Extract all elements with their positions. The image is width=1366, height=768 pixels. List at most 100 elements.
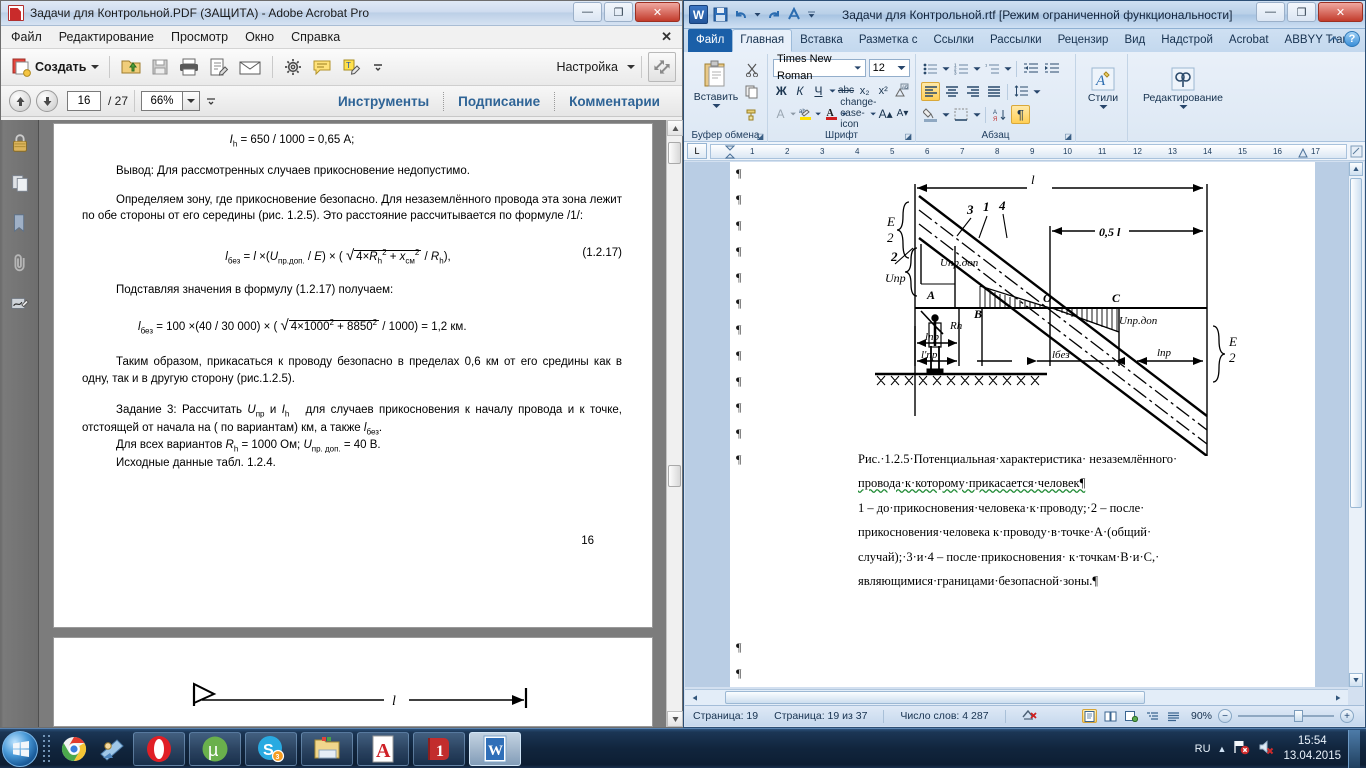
undo-chevron-down-icon[interactable] bbox=[753, 6, 761, 24]
word-scroll-thumb[interactable] bbox=[1350, 178, 1362, 508]
pdf-page-17[interactable]: l bbox=[53, 637, 653, 727]
acrobat-vertical-scrollbar[interactable] bbox=[666, 120, 683, 727]
zoom-slider-thumb[interactable] bbox=[1294, 710, 1303, 722]
view-ruler-toggle-icon[interactable] bbox=[1350, 145, 1363, 158]
tab-references[interactable]: Ссылки bbox=[925, 29, 982, 52]
menu-help[interactable]: Справка bbox=[291, 30, 340, 44]
tab-review[interactable]: Рецензир bbox=[1050, 29, 1117, 52]
zoom-level-input[interactable]: 66% bbox=[141, 91, 184, 111]
shading-icon[interactable] bbox=[921, 105, 940, 124]
taskbar-grip[interactable] bbox=[43, 734, 53, 764]
numbering-chevron-down-icon[interactable] bbox=[973, 66, 981, 72]
editing-chevron-down-icon[interactable] bbox=[1179, 104, 1188, 110]
paste-button[interactable]: Вставить bbox=[689, 59, 743, 123]
zoom-dropdown-button[interactable] bbox=[183, 91, 201, 111]
bullets-icon[interactable] bbox=[921, 59, 940, 78]
tab-acrobat[interactable]: Acrobat bbox=[1221, 29, 1277, 52]
tab-mailings[interactable]: Рассылки bbox=[982, 29, 1050, 52]
page-number-input[interactable]: 16 bbox=[67, 91, 101, 111]
open-file-button[interactable] bbox=[116, 52, 146, 82]
bookmark-icon[interactable] bbox=[9, 212, 31, 234]
outline-icon[interactable] bbox=[1145, 709, 1160, 723]
signature-icon[interactable] bbox=[9, 292, 31, 314]
status-page-of[interactable]: Страница: 19 из 37 bbox=[774, 710, 867, 722]
menu-window[interactable]: Окно bbox=[245, 30, 274, 44]
italic-button[interactable]: К bbox=[792, 81, 809, 100]
tab-comment[interactable]: Комментарии bbox=[555, 94, 674, 109]
word-scroll-up-button[interactable] bbox=[1349, 162, 1363, 176]
tab-page-layout[interactable]: Разметка с bbox=[851, 29, 926, 52]
attachment-icon[interactable] bbox=[9, 252, 31, 274]
highlight-chevron-down-icon[interactable] bbox=[815, 111, 822, 117]
clear-format-icon[interactable]: AБ bbox=[893, 81, 910, 100]
scroll-thumb-top[interactable] bbox=[668, 142, 681, 164]
underline-chevron-down-icon[interactable] bbox=[829, 88, 836, 94]
tab-sign[interactable]: Подписание bbox=[444, 94, 554, 109]
effects-chevron-down-icon[interactable] bbox=[790, 111, 796, 117]
acrobat-maximize-button[interactable]: ❐ bbox=[604, 2, 633, 22]
web-layout-icon[interactable] bbox=[1124, 709, 1139, 723]
word-vertical-scrollbar[interactable] bbox=[1348, 162, 1364, 687]
highlight-button[interactable]: T bbox=[337, 52, 367, 82]
sort-icon[interactable]: АЯ bbox=[990, 105, 1009, 124]
taskbar-clock[interactable]: 15:54 13.04.2015 bbox=[1283, 734, 1341, 763]
save-button[interactable] bbox=[146, 52, 174, 82]
word-page[interactable]: ¶ ¶ ¶ ¶ ¶ ¶ ¶ ¶ ¶ ¶ ¶ ¶ ¶ ¶ l 0,5 l E 2 … bbox=[730, 162, 1315, 687]
settings-chevron-down-icon[interactable] bbox=[627, 65, 635, 69]
tab-home[interactable]: Главная bbox=[732, 29, 793, 52]
abbyy-icon[interactable] bbox=[785, 6, 803, 24]
menu-file[interactable]: Файл bbox=[11, 30, 42, 44]
paragraph-dialog-launcher[interactable]: ◪ bbox=[1064, 132, 1072, 141]
font-dialog-launcher[interactable]: ◪ bbox=[904, 132, 912, 141]
taskbar-chrome-icon[interactable] bbox=[57, 732, 91, 766]
bold-button[interactable]: Ж bbox=[773, 81, 790, 100]
right-indent-marker-icon[interactable] bbox=[1298, 146, 1308, 158]
tab-insert[interactable]: Вставка bbox=[792, 29, 851, 52]
paste-chevron-down-icon[interactable] bbox=[712, 103, 721, 109]
taskbar-explorer-icon[interactable] bbox=[301, 731, 353, 766]
tab-view[interactable]: Вид bbox=[1116, 29, 1153, 52]
zoom-more-button[interactable] bbox=[200, 86, 222, 116]
taskbar-word-icon[interactable]: W bbox=[469, 731, 521, 766]
word-close-button[interactable]: ✕ bbox=[1318, 2, 1363, 22]
word-maximize-button[interactable]: ❐ bbox=[1287, 2, 1316, 22]
numbering-icon[interactable]: 123 bbox=[952, 59, 971, 78]
fullscreen-button[interactable] bbox=[648, 52, 676, 82]
close-document-icon[interactable]: ✕ bbox=[661, 29, 672, 45]
show-marks-icon[interactable]: ¶ bbox=[1011, 105, 1030, 124]
copy-icon[interactable] bbox=[743, 83, 761, 101]
help-icon[interactable]: ? bbox=[1344, 31, 1360, 47]
styles-chevron-down-icon[interactable] bbox=[1099, 104, 1108, 110]
zoom-out-button[interactable]: − bbox=[1218, 709, 1232, 723]
decrease-indent-icon[interactable] bbox=[1021, 59, 1040, 78]
format-painter-icon[interactable] bbox=[743, 105, 761, 123]
menu-edit[interactable]: Редактирование bbox=[59, 30, 154, 44]
tab-file[interactable]: Файл bbox=[688, 29, 733, 52]
pages-icon[interactable] bbox=[9, 172, 31, 194]
taskbar-windows-media-icon[interactable] bbox=[95, 732, 129, 766]
scroll-thumb[interactable] bbox=[668, 465, 681, 487]
clipboard-dialog-launcher[interactable]: ◪ bbox=[756, 132, 764, 141]
word-hscroll-thumb[interactable] bbox=[725, 691, 1145, 704]
font-color-icon[interactable]: A bbox=[824, 104, 839, 123]
next-page-button[interactable] bbox=[36, 90, 58, 112]
superscript-button[interactable]: x² bbox=[875, 81, 892, 100]
email-button[interactable] bbox=[234, 52, 266, 82]
multilevel-chevron-down-icon[interactable] bbox=[1004, 66, 1012, 72]
tab-tools[interactable]: Инструменты bbox=[324, 94, 443, 109]
redo-icon[interactable] bbox=[764, 6, 782, 24]
editing-button[interactable]: Редактирование bbox=[1133, 56, 1233, 110]
print-layout-icon[interactable] bbox=[1081, 709, 1097, 723]
indent-marker-icon[interactable] bbox=[724, 145, 736, 159]
align-left-icon[interactable] bbox=[921, 82, 940, 101]
multilevel-icon[interactable]: 1 bbox=[983, 59, 1002, 78]
taskbar-skype-icon[interactable]: S 3 bbox=[245, 731, 297, 766]
spellcheck-error-icon[interactable] bbox=[1022, 708, 1038, 725]
highlight-icon[interactable]: ab bbox=[798, 104, 813, 123]
show-desktop-button[interactable] bbox=[1348, 729, 1360, 768]
settings-tools-button[interactable] bbox=[279, 52, 307, 82]
change-case-button[interactable]: change-case-icon bbox=[840, 97, 876, 130]
scroll-up-button[interactable] bbox=[667, 120, 683, 136]
hscroll-right-icon[interactable] bbox=[1335, 695, 1341, 701]
network-error-icon[interactable] bbox=[1233, 739, 1251, 758]
